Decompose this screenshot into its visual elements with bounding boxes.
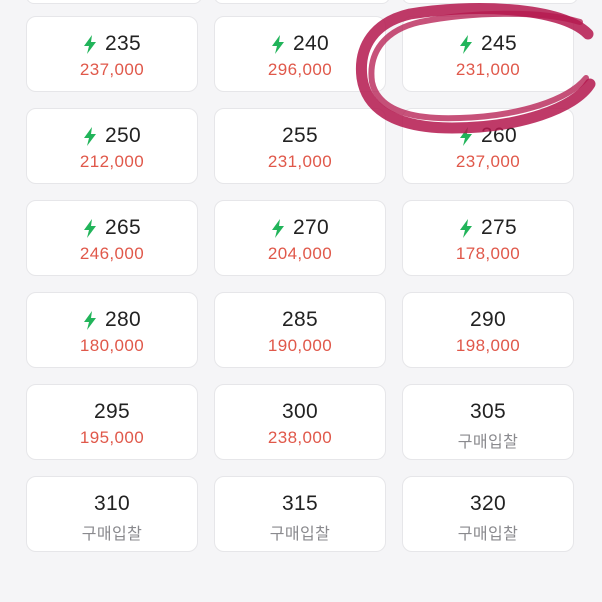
size-line: 320	[403, 490, 573, 518]
size-tile-235[interactable]: 235 237,000	[26, 16, 198, 92]
size-tile-305[interactable]: 305 구매입찰	[402, 384, 574, 460]
size-tile-285[interactable]: 285 190,000	[214, 292, 386, 368]
price-label: 180,000	[79, 336, 145, 355]
bid-label: 구매입찰	[81, 526, 143, 543]
size-label: 310	[94, 492, 130, 515]
lightning-bolt-icon	[84, 126, 97, 146]
bid-label: 구매입찰	[457, 526, 519, 543]
size-line: 305	[403, 398, 573, 426]
size-tile-240[interactable]: 240 296,000	[214, 16, 386, 92]
size-tile-255[interactable]: 255 231,000	[214, 108, 386, 184]
price-label: 237,000	[455, 152, 521, 171]
price-label: 231,000	[455, 60, 521, 79]
size-tile-265[interactable]: 265 246,000	[26, 200, 198, 276]
size-tile-290[interactable]: 290 198,000	[402, 292, 574, 368]
price-label: 198,000	[455, 336, 521, 355]
size-label: 265	[105, 216, 141, 239]
lightning-bolt-icon	[272, 218, 285, 238]
size-line: 260	[403, 122, 573, 150]
size-line: 255	[215, 122, 385, 150]
lightning-bolt-icon	[272, 34, 285, 54]
size-price-grid: 235 237,000 240 296,000 245 231,000 250 212,000…	[0, 0, 602, 602]
size-tile-300[interactable]: 300 238,000	[214, 384, 386, 460]
lightning-bolt-icon	[84, 218, 97, 238]
price-label: 195,000	[79, 428, 145, 447]
size-label: 290	[470, 308, 506, 331]
size-label: 315	[282, 492, 318, 515]
bid-label: 구매입찰	[269, 526, 331, 543]
size-label: 300	[282, 400, 318, 423]
size-line: 300	[215, 398, 385, 426]
size-label: 255	[282, 124, 318, 147]
size-line: 280	[27, 306, 197, 334]
size-line: 250	[27, 122, 197, 150]
price-label: 178,000	[455, 244, 521, 263]
size-label: 305	[470, 400, 506, 423]
lightning-bolt-icon	[84, 310, 97, 330]
size-line: 295	[27, 398, 197, 426]
size-tile-260[interactable]: 260 237,000	[402, 108, 574, 184]
lightning-bolt-icon	[460, 218, 473, 238]
size-line: 265	[27, 214, 197, 242]
size-label: 235	[105, 32, 141, 55]
size-line: 290	[403, 306, 573, 334]
size-line: 315	[215, 490, 385, 518]
price-label: 237,000	[79, 60, 145, 79]
price-label: 212,000	[79, 152, 145, 171]
lightning-bolt-icon	[460, 34, 473, 54]
size-tile-270[interactable]: 270 204,000	[214, 200, 386, 276]
price-label: 246,000	[79, 244, 145, 263]
price-label: 238,000	[267, 428, 333, 447]
size-label: 320	[470, 492, 506, 515]
lightning-bolt-icon	[84, 34, 97, 54]
size-tile-295[interactable]: 295 195,000	[26, 384, 198, 460]
size-tile-280[interactable]: 280 180,000	[26, 292, 198, 368]
price-label: 204,000	[267, 244, 333, 263]
size-label: 285	[282, 308, 318, 331]
size-tile-245[interactable]: 245 231,000	[402, 16, 574, 92]
size-line: 235	[27, 30, 197, 58]
size-tile-315[interactable]: 315 구매입찰	[214, 476, 386, 552]
size-label: 240	[293, 32, 329, 55]
size-tile-275[interactable]: 275 178,000	[402, 200, 574, 276]
size-label: 295	[94, 400, 130, 423]
size-line: 275	[403, 214, 573, 242]
size-label: 245	[481, 32, 517, 55]
lightning-bolt-icon	[460, 126, 473, 146]
size-tile-310[interactable]: 310 구매입찰	[26, 476, 198, 552]
size-line: 245	[403, 30, 573, 58]
price-label: 190,000	[267, 336, 333, 355]
size-tile-250[interactable]: 250 212,000	[26, 108, 198, 184]
size-line: 270	[215, 214, 385, 242]
size-label: 280	[105, 308, 141, 331]
size-label: 250	[105, 124, 141, 147]
size-label: 260	[481, 124, 517, 147]
size-line: 310	[27, 490, 197, 518]
price-label: 296,000	[267, 60, 333, 79]
bid-label: 구매입찰	[457, 434, 519, 451]
size-line: 285	[215, 306, 385, 334]
size-tile-320[interactable]: 320 구매입찰	[402, 476, 574, 552]
size-line: 240	[215, 30, 385, 58]
price-label: 231,000	[267, 152, 333, 171]
size-label: 270	[293, 216, 329, 239]
size-label: 275	[481, 216, 517, 239]
